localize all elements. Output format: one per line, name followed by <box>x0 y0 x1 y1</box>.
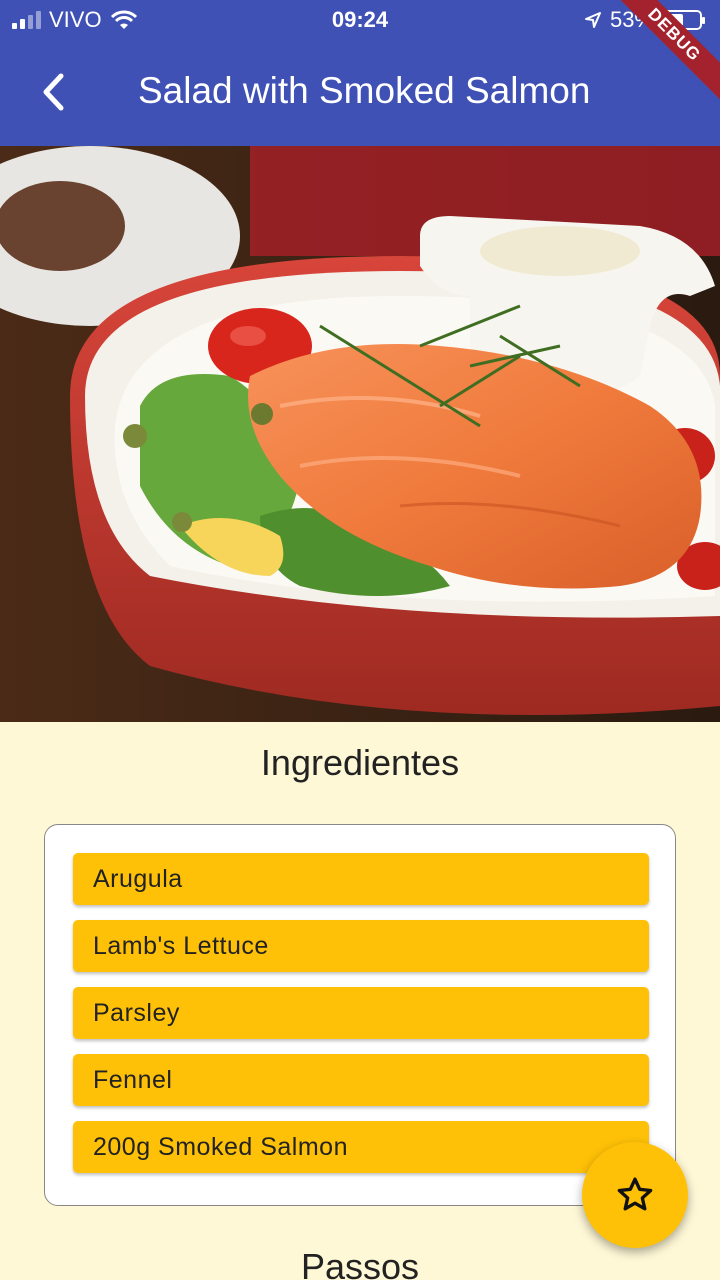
star-outline-icon <box>617 1177 653 1211</box>
ingredient-item: Parsley <box>73 987 649 1039</box>
app-bar: VIVO 09:24 53% Salad with Smoked Salmon … <box>0 0 720 146</box>
ingredient-item: Fennel <box>73 1054 649 1106</box>
favorite-button[interactable] <box>582 1142 688 1248</box>
page-title: Salad with Smoked Salmon <box>138 70 591 111</box>
ingredient-item: Arugula <box>73 853 649 905</box>
steps-heading: Passos <box>300 1246 420 1280</box>
chevron-left-icon <box>43 73 64 111</box>
ingredient-item: 200g Smoked Salmon <box>73 1121 649 1173</box>
back-button[interactable] <box>28 66 80 118</box>
ingredient-item: Lamb's Lettuce <box>73 920 649 972</box>
status-bar: VIVO 09:24 53% <box>0 0 720 40</box>
ingredients-card: Arugula Lamb's Lettuce Parsley Fennel 20… <box>44 824 676 1206</box>
ingredients-heading: Ingredientes <box>260 742 460 783</box>
recipe-image <box>0 146 720 722</box>
salad-photo <box>0 146 720 722</box>
location-arrow-icon <box>584 12 601 28</box>
